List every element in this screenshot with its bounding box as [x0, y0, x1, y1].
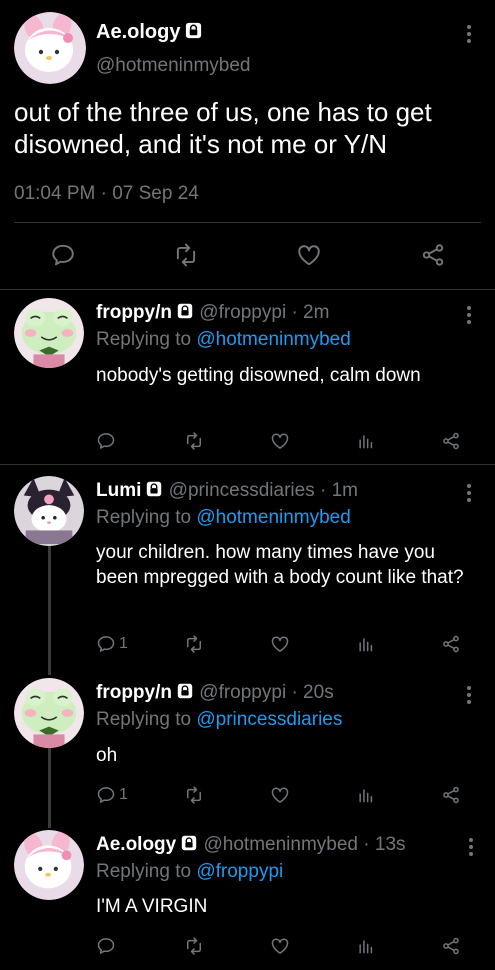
section-divider [0, 289, 495, 290]
reply-icon[interactable] [96, 430, 116, 452]
reply-avatar[interactable] [14, 678, 84, 748]
reply-display-name[interactable]: Ae.ology [96, 834, 176, 855]
more-icon[interactable] [467, 686, 471, 707]
retweet-icon[interactable] [184, 430, 204, 452]
thread-line [48, 540, 51, 675]
reply-avatar[interactable] [14, 476, 84, 546]
reply-actions: 1 [96, 633, 466, 655]
reply-header: froppy/n @froppypi · 20s [96, 681, 334, 705]
like-icon[interactable] [270, 633, 290, 655]
thread-line [48, 742, 51, 828]
share-icon[interactable] [441, 935, 461, 957]
lock-icon [176, 682, 194, 700]
replying-prefix: Replying to [96, 329, 192, 350]
main-display-name[interactable]: Ae.ology [96, 21, 180, 43]
reply-actions [96, 430, 466, 452]
reply-avatar[interactable] [14, 830, 84, 900]
share-icon[interactable] [441, 784, 461, 806]
replying-to: Replying to @froppypi [96, 860, 283, 884]
main-retweet-icon[interactable] [173, 242, 199, 268]
analytics-icon[interactable] [356, 633, 376, 655]
main-like-icon[interactable] [296, 242, 322, 268]
replying-link[interactable]: @princessdiaries [196, 709, 342, 730]
reply-time: · 20s [291, 682, 334, 703]
main-date: 07 Sep 24 [112, 183, 199, 204]
more-icon[interactable] [469, 838, 473, 859]
replying-prefix: Replying to [96, 507, 192, 528]
main-more-icon[interactable] [467, 25, 471, 46]
reply-display-name[interactable]: froppy/n [96, 302, 172, 323]
main-tweet-text: out of the three of us, one has to get d… [14, 97, 432, 159]
reply-icon[interactable]: 1 [96, 784, 128, 806]
reply-handle[interactable]: @hotmeninmybed [204, 834, 358, 855]
reply-divider [0, 464, 495, 465]
main-separator: · [100, 183, 107, 204]
reply-actions [96, 935, 466, 957]
lock-icon [184, 21, 203, 40]
reply-header: froppy/n @froppypi · 2m [96, 301, 329, 325]
reply-display-name[interactable]: Lumi [96, 480, 141, 501]
main-time: 01:04 PM [14, 183, 96, 204]
main-handle[interactable]: @hotmeninmybed [96, 54, 250, 78]
reply-header: Ae.ology @hotmeninmybed · 13s [96, 833, 406, 857]
reply-time: · 1m [319, 480, 358, 501]
reply-icon[interactable]: 1 [96, 633, 128, 655]
reply-time: · 13s [363, 834, 406, 855]
more-icon[interactable] [467, 484, 471, 505]
lock-icon [145, 480, 163, 498]
lock-icon [180, 834, 198, 852]
analytics-icon[interactable] [356, 935, 376, 957]
reply-count: 1 [119, 786, 128, 803]
reply-actions: 1 [96, 784, 466, 806]
like-icon[interactable] [270, 784, 290, 806]
more-icon[interactable] [467, 306, 471, 327]
replying-link[interactable]: @froppypi [196, 861, 283, 882]
reply-text: nobody's getting disowned, calm down [96, 365, 421, 386]
share-icon[interactable] [441, 633, 461, 655]
retweet-icon[interactable] [184, 784, 204, 806]
replying-prefix: Replying to [96, 861, 192, 882]
replying-prefix: Replying to [96, 709, 192, 730]
main-share-icon[interactable] [420, 242, 446, 268]
reply-header: Lumi @princessdiaries · 1m [96, 479, 358, 503]
like-icon[interactable] [270, 935, 290, 957]
share-icon[interactable] [441, 430, 461, 452]
main-author-line: Ae.ology [96, 19, 203, 45]
main-timestamp: 01:04 PM · 07 Sep 24 [14, 182, 199, 206]
reply-count: 1 [119, 635, 128, 652]
replying-link[interactable]: @hotmeninmybed [196, 507, 350, 528]
like-icon[interactable] [270, 430, 290, 452]
retweet-icon[interactable] [184, 633, 204, 655]
reply-avatar[interactable] [14, 298, 84, 368]
replying-to: Replying to @hotmeninmybed [96, 506, 351, 530]
reply-handle[interactable]: @froppypi [199, 302, 286, 323]
reply-time: · 2m [291, 302, 330, 323]
replying-to: Replying to @hotmeninmybed [96, 328, 351, 352]
author-avatar[interactable] [14, 12, 86, 84]
retweet-icon[interactable] [184, 935, 204, 957]
reply-text: your children. how many times have you b… [96, 542, 464, 588]
reply-text: oh [96, 745, 118, 766]
lock-icon [176, 302, 194, 320]
analytics-icon[interactable] [356, 430, 376, 452]
main-actions [0, 242, 495, 270]
replying-link[interactable]: @hotmeninmybed [196, 329, 350, 350]
reply-handle[interactable]: @princessdiaries [169, 480, 315, 501]
analytics-icon[interactable] [356, 784, 376, 806]
reply-handle[interactable]: @froppypi [199, 682, 286, 703]
reply-display-name[interactable]: froppy/n [96, 682, 172, 703]
reply-text: I'M A VIRGIN [96, 896, 208, 917]
main-divider [14, 222, 481, 223]
replying-to: Replying to @princessdiaries [96, 708, 342, 732]
reply-icon[interactable] [96, 935, 116, 957]
main-reply-icon[interactable] [50, 242, 76, 268]
